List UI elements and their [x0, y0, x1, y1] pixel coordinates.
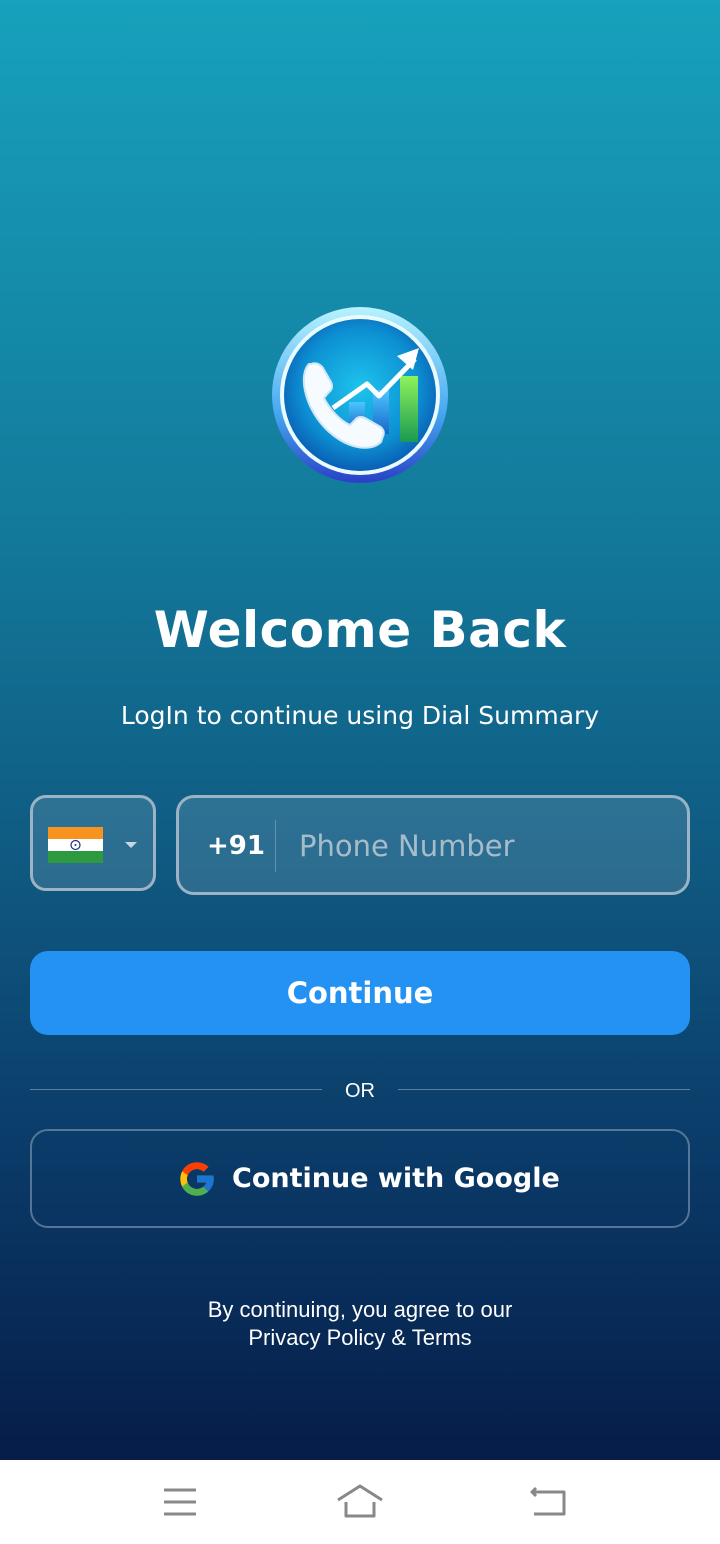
dial-code-label: +91 [207, 831, 265, 861]
google-icon [180, 1162, 214, 1196]
google-button-label: Continue with Google [232, 1163, 560, 1194]
separator-line-left [30, 1089, 322, 1090]
country-code-selector[interactable] [30, 795, 156, 891]
privacy-policy-link[interactable]: Privacy Policy [248, 1325, 385, 1350]
menu-icon[interactable] [150, 1478, 210, 1526]
back-icon[interactable] [518, 1478, 578, 1526]
system-navigation-bar [0, 1460, 720, 1544]
page-title: Welcome Back [153, 601, 567, 659]
terms-notice: By continuing, you agree to our Privacy … [0, 1296, 720, 1352]
terms-link[interactable]: Terms [412, 1325, 472, 1350]
page-subtitle: LogIn to continue using Dial Summary [120, 701, 600, 730]
terms-line: By continuing, you agree to our [207, 1297, 513, 1322]
home-icon[interactable] [330, 1478, 390, 1526]
chevron-down-icon [125, 842, 137, 848]
login-screen: Welcome Back LogIn to continue using Dia… [0, 0, 720, 1460]
dial-summary-logo [272, 307, 448, 483]
india-flag-icon [48, 827, 103, 863]
continue-with-google-button[interactable]: Continue with Google [30, 1129, 690, 1228]
phone-number-field: +91 [176, 795, 690, 895]
field-divider [275, 820, 276, 872]
continue-button[interactable]: Continue [30, 951, 690, 1035]
terms-links-line: Privacy Policy & Terms [0, 1324, 720, 1352]
separator-line-right [398, 1089, 690, 1090]
phone-number-input[interactable] [299, 820, 669, 872]
terms-conjunction: & [385, 1325, 412, 1350]
or-separator-label: OR [345, 1080, 375, 1102]
